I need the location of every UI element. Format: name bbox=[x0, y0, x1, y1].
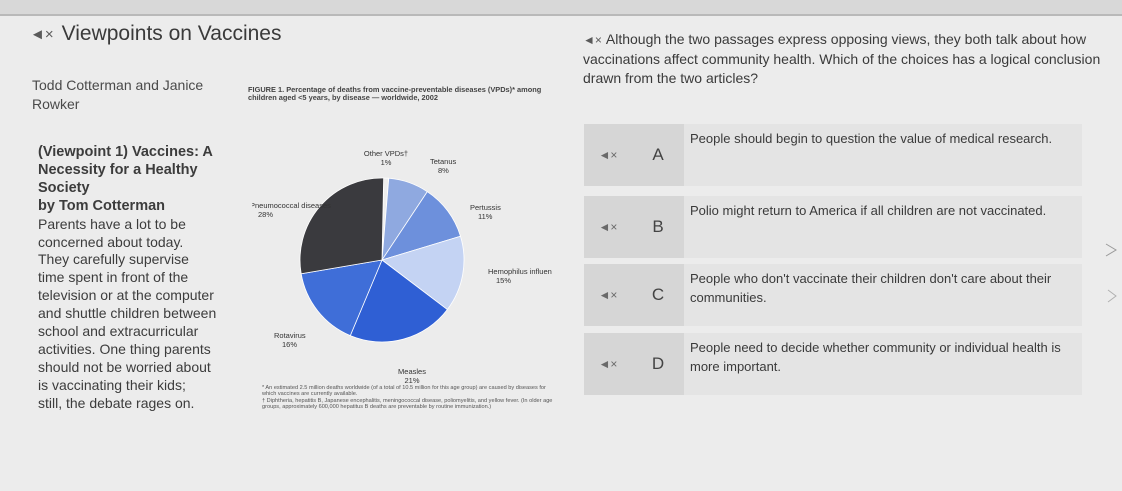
essay-line: television or at the computer bbox=[38, 287, 214, 304]
slice-label: Pneumococcal diseases bbox=[252, 201, 331, 210]
choice-text: Polio might return to America if all chi… bbox=[684, 196, 1082, 258]
pie-chart: Other VPDs†1% Tetanus8% Pertussis11% Hemoph… bbox=[252, 149, 552, 384]
question-text: Although the two passages express opposi… bbox=[583, 31, 1101, 86]
speaker-icon[interactable]: ◄× bbox=[584, 196, 632, 258]
slice-value-label: 16% bbox=[282, 340, 297, 349]
slice-value-label: 8% bbox=[438, 166, 449, 175]
authors: Todd Cotterman and Janice Rowker bbox=[32, 77, 204, 112]
choice-text: People need to decide whether community … bbox=[684, 333, 1082, 395]
essay-line: time spent in front of the bbox=[38, 269, 189, 286]
essay-text: (Viewpoint 1) Vaccines: A Necessity for … bbox=[38, 144, 248, 413]
slice-label: Tetanus bbox=[430, 157, 457, 166]
slice-label: Pertussis bbox=[470, 203, 501, 212]
essay-line: is vaccinating their kids; bbox=[38, 376, 186, 393]
top-toolbar bbox=[0, 0, 1122, 16]
slice-label: Other VPDs† bbox=[364, 149, 408, 158]
essay-line: should not be worried about bbox=[38, 358, 211, 375]
slice-label: Rotavirus bbox=[274, 331, 306, 340]
slice-value-label: 28% bbox=[258, 210, 273, 219]
essay-line: concerned about today. bbox=[38, 233, 184, 250]
essay-line: They carefully supervise bbox=[38, 251, 189, 268]
figure-caption: FIGURE 1. Percentage of deaths from vacc… bbox=[248, 85, 542, 103]
speaker-icon[interactable]: ◄× bbox=[30, 27, 54, 42]
speaker-icon[interactable]: ◄× bbox=[584, 264, 632, 326]
slice-label: Hemophilus influenzae type B bbox=[488, 267, 552, 276]
footnote-2: † Diphtheria, hepatitis B, Japanese ence… bbox=[262, 397, 553, 410]
choice-b[interactable]: ◄× B Polio might return to America if al… bbox=[584, 196, 1082, 258]
choice-letter: D bbox=[632, 333, 684, 395]
title-row: ◄× Viewpoints on Vaccines bbox=[30, 22, 281, 46]
slice-value-label: 1% bbox=[381, 158, 392, 167]
essay-byline: by Tom Cotterman bbox=[38, 197, 166, 214]
slice-value-label: 11% bbox=[478, 212, 493, 221]
choice-text: People should begin to question the valu… bbox=[684, 124, 1082, 186]
figure-footnotes: * An estimated 2.5 million deaths worldw… bbox=[262, 385, 558, 410]
choice-letter: A bbox=[632, 124, 684, 186]
question: ◄× Although the two passages express oppo… bbox=[583, 30, 1103, 89]
choice-d[interactable]: ◄× D People need to decide whether commu… bbox=[584, 333, 1082, 395]
essay-line: activities. One thing parents bbox=[38, 340, 211, 357]
essay-heading: (Viewpoint 1) Vaccines: A Necessity for … bbox=[38, 144, 213, 196]
essay-line: still, the debate rages on. bbox=[38, 394, 195, 411]
choice-letter: B bbox=[632, 196, 684, 258]
footnote-1: * An estimated 2.5 million deaths worldw… bbox=[262, 385, 546, 398]
slice-value-label: 15% bbox=[496, 276, 511, 285]
edge-handle[interactable] bbox=[1102, 240, 1122, 310]
pie-slice bbox=[299, 177, 385, 275]
essay-line: Parents have a lot to be bbox=[38, 215, 186, 232]
essay-line: school and extracurricular bbox=[38, 323, 199, 340]
choice-c[interactable]: ◄× C People who don't vaccinate their ch… bbox=[584, 264, 1082, 326]
choice-letter: C bbox=[632, 264, 684, 326]
slice-label: Measles bbox=[398, 367, 426, 376]
speaker-icon[interactable]: ◄× bbox=[584, 333, 632, 395]
slice-value-label: 21% bbox=[404, 376, 419, 384]
figure: FIGURE 1. Percentage of deaths from vacc… bbox=[248, 85, 558, 103]
essay-line: and shuttle children between bbox=[38, 305, 217, 322]
page-title: Viewpoints on Vaccines bbox=[61, 22, 282, 45]
speaker-icon[interactable]: ◄× bbox=[584, 124, 632, 186]
speaker-icon[interactable]: ◄× bbox=[583, 33, 602, 47]
choice-text: People who don't vaccinate their childre… bbox=[684, 264, 1082, 326]
choice-a[interactable]: ◄× A People should begin to question the… bbox=[584, 124, 1082, 186]
